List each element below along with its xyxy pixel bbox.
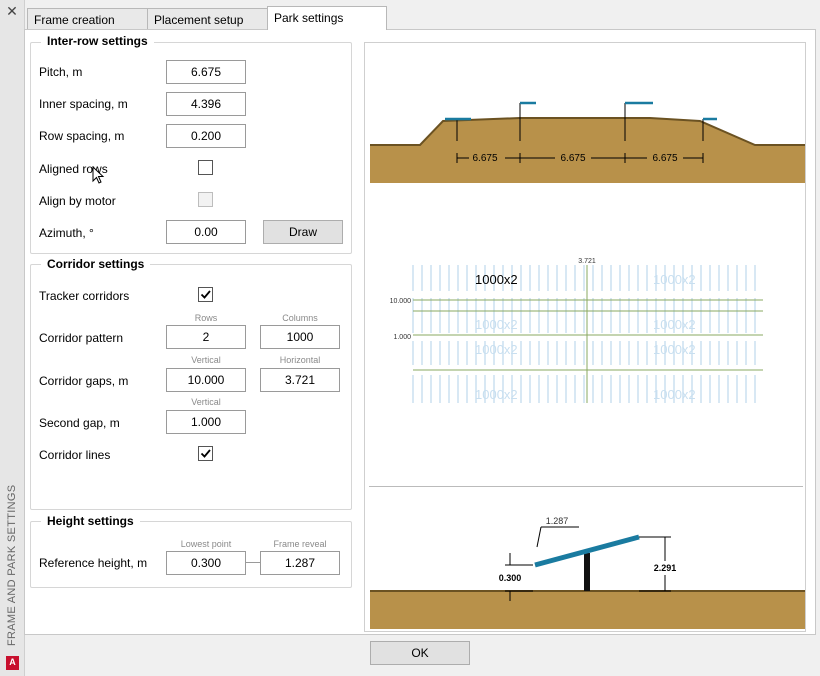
horizontal-caption: Horizontal [279, 355, 321, 365]
tracker-diagram: 1.287 0.300 2.291 [370, 516, 805, 629]
section-dim-3: 6.675 [652, 153, 677, 164]
section-dim-2: 6.675 [560, 153, 585, 164]
height-title: Height settings [41, 514, 140, 528]
pattern-rows-input[interactable]: 2 [166, 325, 246, 349]
vertical-caption: Vertical [191, 355, 221, 365]
plan-view-diagram: 1000x2 1000x2 1000x2 1000x2 1000x2 1000x… [390, 258, 763, 403]
plan-dim-left-1: 10.000 [390, 298, 412, 305]
cross-section-diagram: 6.675 6.675 6.675 [370, 101, 805, 183]
align-by-motor-label: Align by motor [39, 194, 116, 208]
tracker-top-dim: 1.287 [546, 516, 569, 526]
gaps-vertical-input[interactable]: 10.000 [166, 368, 246, 392]
reference-lowest-input[interactable]: 0.300 [166, 551, 246, 575]
pitch-input[interactable]: 6.675 [166, 60, 246, 84]
reference-height-label: Reference height, m [39, 556, 148, 570]
corridor-title: Corridor settings [41, 257, 151, 271]
app-logo-icon: A [6, 656, 19, 670]
azimuth-label: Azimuth, ° [39, 226, 94, 240]
plan-label-faded: 1000x2 [475, 342, 518, 357]
tab-park-settings[interactable]: Park settings [267, 6, 387, 30]
azimuth-input[interactable]: 0.00 [166, 220, 246, 244]
plan-label-faded: 1000x2 [653, 387, 696, 402]
close-icon[interactable]: ✕ [4, 3, 20, 19]
row-spacing-label: Row spacing, m [39, 129, 125, 143]
plan-label-faded: 1000x2 [475, 387, 518, 402]
tracker-right-dim: 2.291 [654, 563, 677, 573]
columns-caption: Columns [282, 313, 318, 323]
plan-label-faded: 1000x2 [653, 317, 696, 332]
section-dim-1: 6.675 [472, 153, 497, 164]
plan-label-faded: 1000x2 [475, 317, 518, 332]
pitch-label: Pitch, m [39, 65, 83, 79]
tracker-corridors-label: Tracker corridors [39, 289, 130, 303]
checkmark-icon [200, 290, 211, 299]
reference-reveal-input[interactable]: 1.287 [260, 551, 340, 575]
rows-caption: Rows [194, 313, 218, 323]
second-gap-input[interactable]: 1.000 [166, 410, 246, 434]
aligned-rows-checkbox[interactable] [198, 160, 213, 175]
preview-panel: 6.675 6.675 6.675 1000x2 1000x2 1000x2 1… [364, 42, 806, 632]
lowest-point-caption: Lowest point [180, 539, 232, 549]
draw-button[interactable]: Draw [263, 220, 343, 244]
frame-reveal-caption: Frame reveal [273, 539, 327, 549]
second-vertical-caption: Vertical [191, 397, 221, 407]
mouse-cursor-icon [92, 166, 105, 184]
inner-spacing-label: Inner spacing, m [39, 97, 128, 111]
link-connector [246, 562, 260, 563]
plan-label-main: 1000x2 [475, 272, 518, 287]
side-title: FRAME AND PARK SETTINGS [6, 484, 18, 646]
plan-dim-top: 3.721 [578, 258, 596, 265]
align-by-motor-checkbox[interactable] [198, 192, 213, 207]
plan-label-faded: 1000x2 [653, 272, 696, 287]
corridor-gaps-label: Corridor gaps, m [39, 374, 129, 388]
corridor-lines-checkbox[interactable] [198, 446, 213, 461]
tracker-corridors-checkbox[interactable] [198, 287, 213, 302]
second-gap-label: Second gap, m [39, 416, 120, 430]
corridor-pattern-label: Corridor pattern [39, 331, 124, 345]
ok-button[interactable]: OK [370, 641, 470, 665]
row-spacing-input[interactable]: 0.200 [166, 124, 246, 148]
plan-label-faded: 1000x2 [653, 342, 696, 357]
gaps-horizontal-input[interactable]: 3.721 [260, 368, 340, 392]
tracker-left-dim: 0.300 [499, 573, 522, 583]
plan-dim-left-2: 1.000 [393, 334, 411, 341]
corridor-lines-label: Corridor lines [39, 448, 111, 462]
inner-spacing-input[interactable]: 4.396 [166, 92, 246, 116]
tab-placement-setup[interactable]: Placement setup [147, 8, 268, 30]
preview-divider [369, 486, 803, 487]
checkmark-icon [200, 449, 211, 458]
tab-frame-creation[interactable]: Frame creation [27, 8, 148, 30]
inter-row-title: Inter-row settings [41, 34, 154, 48]
pattern-columns-input[interactable]: 1000 [260, 325, 340, 349]
